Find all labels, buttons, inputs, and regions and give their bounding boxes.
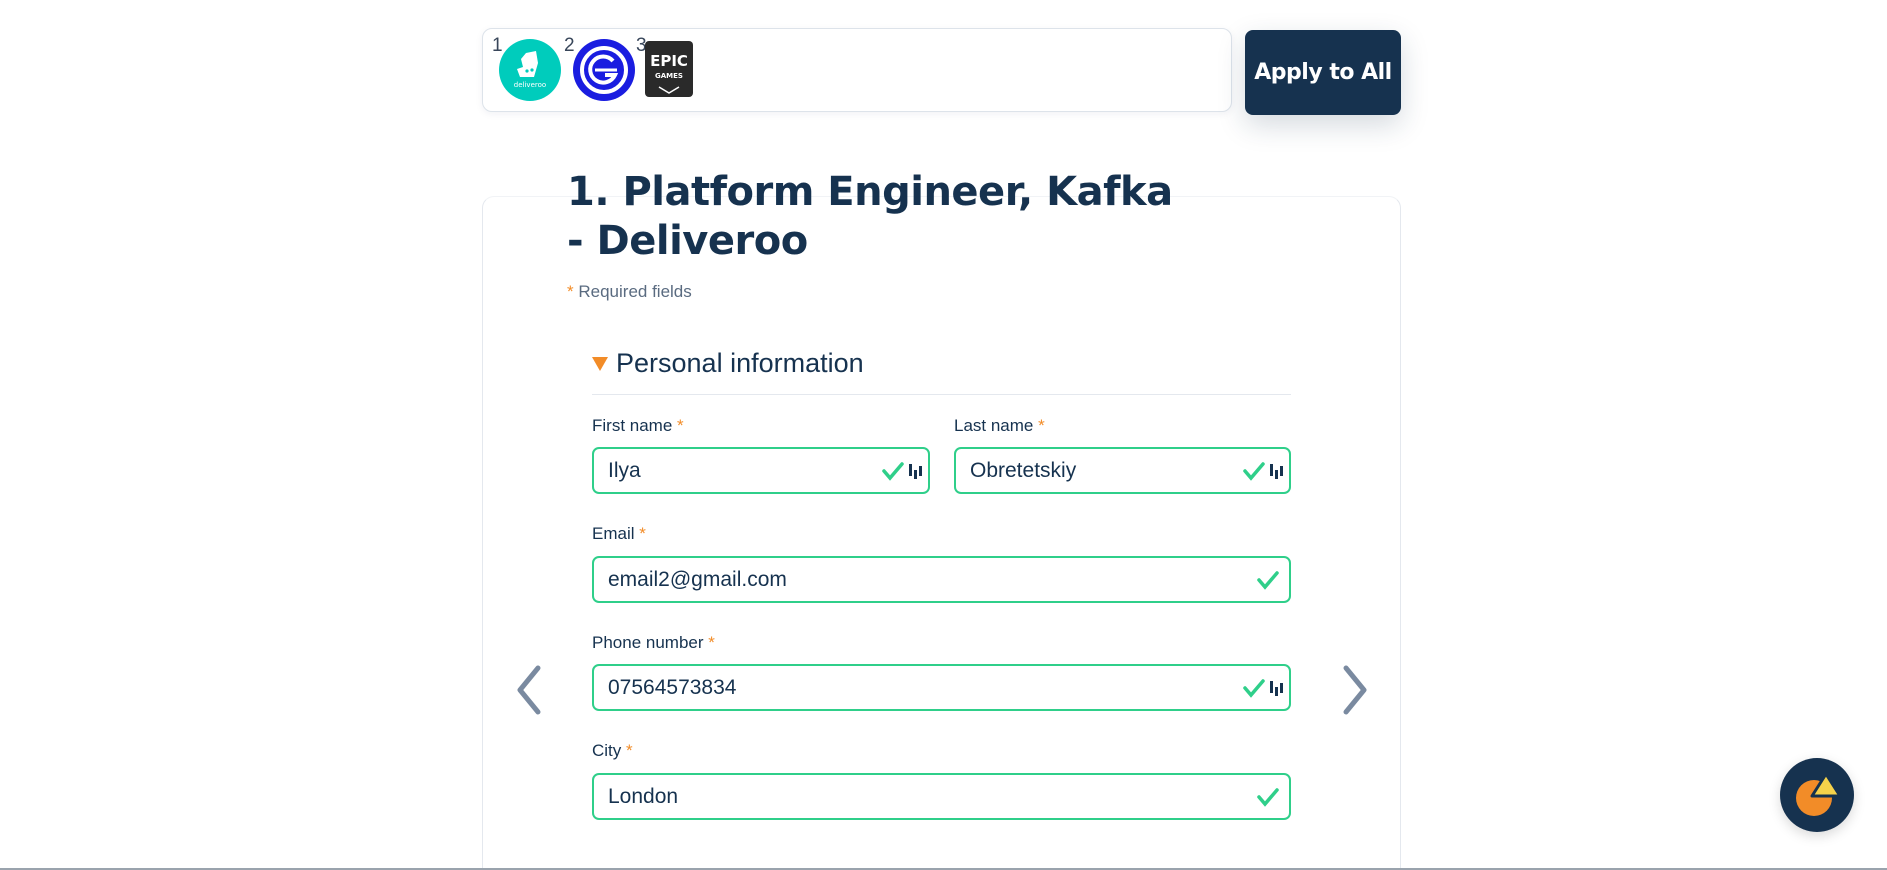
- email-label: Email *: [592, 524, 646, 543]
- first-name-field[interactable]: Ilya: [592, 447, 930, 494]
- svg-text:deliveroo: deliveroo: [514, 81, 546, 89]
- valid-check-icon: [1257, 571, 1279, 590]
- required-fields-note: * Required fields: [567, 282, 692, 301]
- last-name-label: Last name *: [954, 416, 1045, 435]
- deliveroo-logo-icon[interactable]: deliveroo: [499, 39, 561, 101]
- first-name-label: First name *: [592, 416, 684, 435]
- section-divider: [592, 394, 1291, 395]
- autofill-icon[interactable]: [1269, 462, 1283, 480]
- email-field[interactable]: email2@gmail.com: [592, 556, 1291, 603]
- apply-to-all-button[interactable]: Apply to All: [1245, 30, 1401, 115]
- epic-games-logo-icon[interactable]: EPIC GAMES: [645, 41, 693, 97]
- job-title: 1. Platform Engineer, Kafka - Deliveroo: [567, 169, 1173, 264]
- autofill-icon[interactable]: [908, 462, 922, 480]
- company-logo-strip: 1 deliveroo 2 3 EPIC GAMES: [482, 28, 1232, 112]
- personal-information-section-toggle[interactable]: Personal information: [592, 348, 864, 379]
- valid-check-icon: [1257, 788, 1279, 807]
- city-label: City *: [592, 741, 633, 760]
- last-name-field[interactable]: Obretetskiy: [954, 447, 1291, 494]
- phone-number-label: Phone number *: [592, 633, 715, 652]
- svg-text:EPIC: EPIC: [650, 52, 688, 70]
- phone-number-field[interactable]: 07564573834: [592, 664, 1291, 711]
- svg-text:GAMES: GAMES: [655, 72, 683, 80]
- valid-check-icon: [1243, 462, 1265, 481]
- previous-job-arrow-icon[interactable]: [508, 660, 548, 720]
- next-job-arrow-icon[interactable]: [1336, 660, 1376, 720]
- blue-g-logo-icon[interactable]: [573, 39, 635, 101]
- valid-check-icon: [882, 462, 904, 481]
- assistant-fab-button[interactable]: [1780, 758, 1854, 832]
- autofill-icon[interactable]: [1269, 679, 1283, 697]
- collapse-triangle-icon: [592, 356, 608, 371]
- pie-chart-icon: [1796, 772, 1842, 816]
- city-field[interactable]: London: [592, 773, 1291, 820]
- valid-check-icon: [1243, 679, 1265, 698]
